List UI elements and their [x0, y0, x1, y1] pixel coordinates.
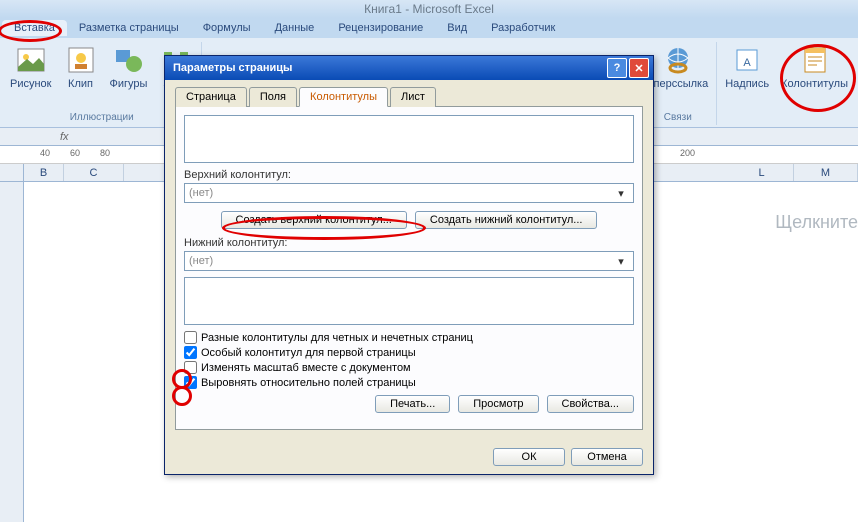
- header-placeholder[interactable]: Щелкните: [775, 212, 858, 233]
- col-c[interactable]: C: [64, 164, 124, 181]
- tab-header-footer[interactable]: Колонтитулы: [299, 87, 388, 107]
- textbox-icon: A: [731, 44, 763, 76]
- tab-margins[interactable]: Поля: [249, 87, 297, 107]
- fx-label: fx: [0, 131, 77, 143]
- shapes-icon: [112, 44, 144, 76]
- header-label: Верхний колонтитул:: [184, 169, 634, 181]
- group-illustrations: Иллюстрации: [68, 110, 136, 125]
- chevron-down-icon: ▾: [613, 255, 629, 268]
- check-align[interactable]: Выровнять относительно полей страницы: [184, 376, 634, 389]
- properties-button[interactable]: Свойства...: [547, 395, 634, 413]
- col-b[interactable]: B: [24, 164, 64, 181]
- hyperlink-icon: [662, 44, 694, 76]
- dialog-title: Параметры страницы: [169, 62, 605, 74]
- checkbox-scale[interactable]: [184, 361, 197, 374]
- header-combo[interactable]: (нет) ▾: [184, 183, 634, 203]
- svg-text:A: A: [743, 57, 751, 69]
- cancel-button[interactable]: Отмена: [571, 448, 643, 466]
- ribbon-header-footer[interactable]: Колонтитулы: [777, 42, 852, 92]
- ribbon-clip[interactable]: Клип: [60, 42, 102, 92]
- tab-page[interactable]: Страница: [175, 87, 247, 107]
- select-all[interactable]: [0, 164, 24, 181]
- check-scale[interactable]: Изменять масштаб вместе с документом: [184, 361, 634, 374]
- tab-insert[interactable]: Вставка: [2, 20, 67, 36]
- ok-button[interactable]: ОК: [493, 448, 565, 466]
- col-l[interactable]: L: [730, 164, 794, 181]
- checkbox-first-page[interactable]: [184, 346, 197, 359]
- dialog-titlebar[interactable]: Параметры страницы ? ✕: [165, 56, 653, 80]
- create-header-button[interactable]: Создать верхний колонтитул...: [221, 211, 407, 229]
- col-m[interactable]: M: [794, 164, 858, 181]
- group-links: Связи: [662, 110, 694, 125]
- app-titlebar: Книга1 - Microsoft Excel: [0, 0, 858, 18]
- tab-view[interactable]: Вид: [435, 20, 479, 36]
- dialog-help-button[interactable]: ?: [607, 58, 627, 78]
- header-footer-icon: [799, 44, 831, 76]
- print-button[interactable]: Печать...: [375, 395, 450, 413]
- checkbox-align[interactable]: [184, 376, 197, 389]
- picture-icon: [15, 44, 47, 76]
- preview-button[interactable]: Просмотр: [458, 395, 538, 413]
- tab-developer[interactable]: Разработчик: [479, 20, 567, 36]
- tab-data[interactable]: Данные: [263, 20, 327, 36]
- clip-icon: [65, 44, 97, 76]
- check-first-page[interactable]: Особый колонтитул для первой страницы: [184, 346, 634, 359]
- tab-formulas[interactable]: Формулы: [191, 20, 263, 36]
- footer-label: Нижний колонтитул:: [184, 237, 634, 249]
- header-preview: [184, 115, 634, 163]
- tab-page-layout[interactable]: Разметка страницы: [67, 20, 191, 36]
- footer-preview: [184, 277, 634, 325]
- dialog-close-button[interactable]: ✕: [629, 58, 649, 78]
- page-setup-dialog: Параметры страницы ? ✕ Страница Поля Кол…: [164, 55, 654, 475]
- row-headers[interactable]: [0, 182, 24, 522]
- ribbon-tabs: Вставка Разметка страницы Формулы Данные…: [0, 18, 858, 38]
- tab-sheet[interactable]: Лист: [390, 87, 436, 107]
- ribbon-shapes[interactable]: Фигуры: [106, 42, 152, 92]
- ribbon-textbox[interactable]: A Надпись: [721, 42, 773, 92]
- ribbon-picture[interactable]: Рисунок: [6, 42, 56, 92]
- checkbox-odd-even[interactable]: [184, 331, 197, 344]
- chevron-down-icon: ▾: [613, 187, 629, 200]
- dialog-tabs: Страница Поля Колонтитулы Лист: [175, 86, 643, 107]
- tab-review[interactable]: Рецензирование: [326, 20, 435, 36]
- check-odd-even[interactable]: Разные колонтитулы для четных и нечетных…: [184, 331, 634, 344]
- create-footer-button[interactable]: Создать нижний колонтитул...: [415, 211, 598, 229]
- footer-combo[interactable]: (нет) ▾: [184, 251, 634, 271]
